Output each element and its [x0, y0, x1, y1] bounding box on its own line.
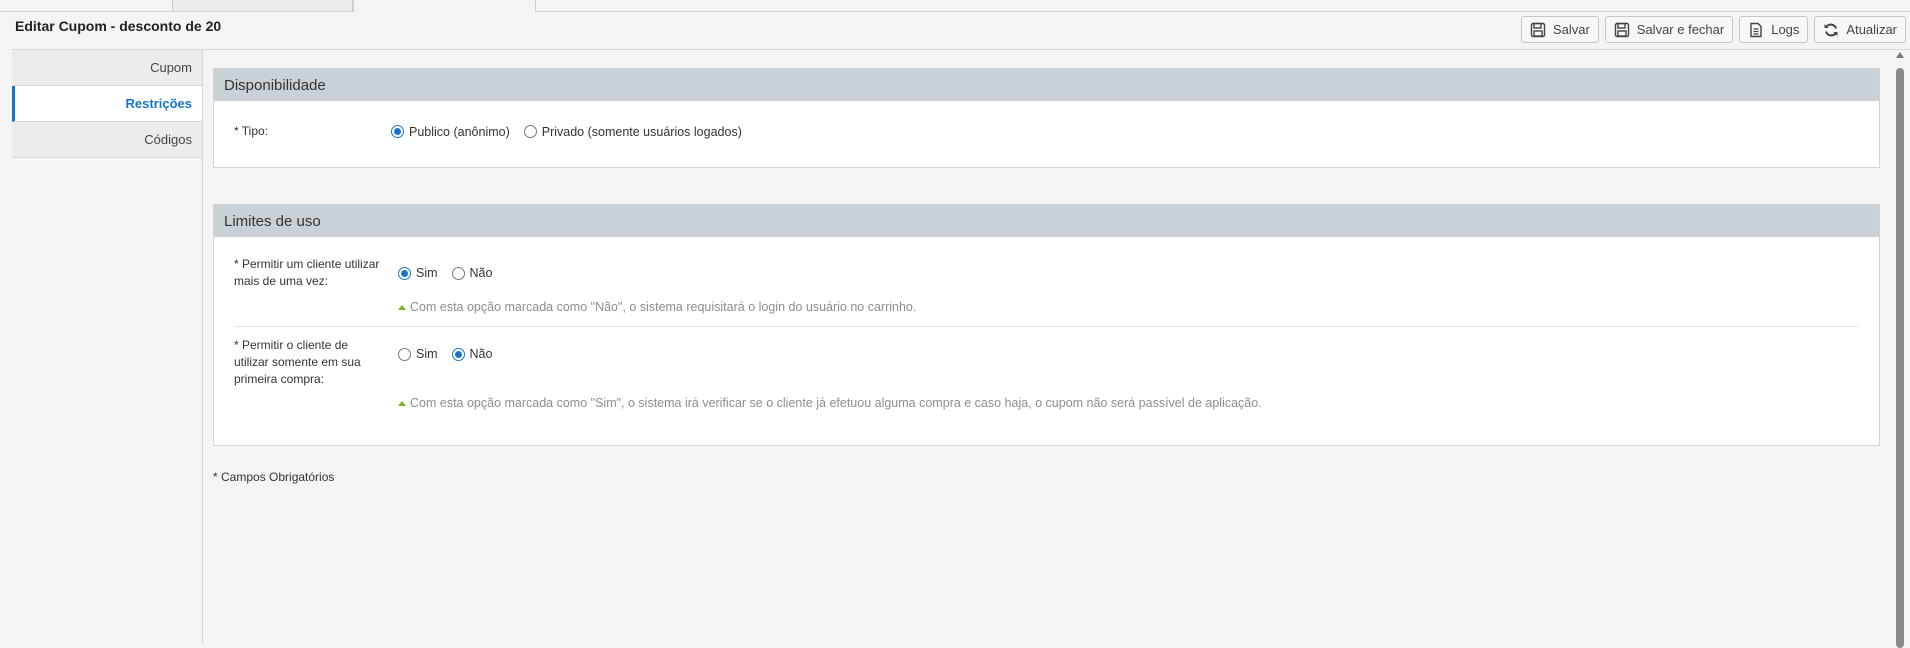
multi-use-options: Sim Não: [398, 256, 492, 290]
option-label: Não: [469, 347, 493, 361]
radio-button[interactable]: [523, 125, 537, 138]
option-label: Publico (anônimo): [409, 124, 510, 139]
option-label: Privado (somente usuários logados): [541, 124, 742, 139]
type-options: Publico (anônimo) Privado (somente usuár…: [391, 123, 742, 140]
save-and-close-button[interactable]: Salvar e fechar: [1604, 16, 1734, 43]
browser-tab[interactable]: [172, 0, 353, 12]
multi-use-label: * Permitir um cliente utilizar mais de u…: [234, 257, 380, 288]
document-icon: [1750, 22, 1762, 37]
first-purchase-option-no[interactable]: Não: [451, 347, 493, 361]
toolbar: Salvar Salvar e fechar Logs Atualizar: [1520, 16, 1906, 43]
radio-button[interactable]: [451, 347, 465, 361]
hint-text: Com esta opção marcada como "Sim", o sis…: [410, 396, 1262, 410]
option-label: Não: [469, 266, 493, 280]
sidebar-item-cupom[interactable]: Cupom: [12, 50, 202, 86]
save-button-label: Salvar: [1552, 22, 1590, 37]
sidebar-item-label: Códigos: [144, 132, 192, 147]
first-purchase-option-yes[interactable]: Sim: [398, 347, 438, 361]
first-purchase-label: * Permitir o cliente de utilizar somente…: [234, 338, 361, 386]
type-option-private[interactable]: Privado (somente usuários logados): [523, 124, 742, 139]
sidebar-item-codigos[interactable]: Códigos: [12, 122, 202, 158]
type-row: * Tipo: Publico (anônimo) Privado (somen…: [234, 123, 1859, 140]
first-purchase-hint: Com esta opção marcada como "Sim", o sis…: [234, 395, 1859, 411]
page-title: Editar Cupom - desconto de 20: [15, 18, 222, 34]
refresh-label: Atualizar: [1846, 22, 1897, 37]
save-and-close-label: Salvar e fechar: [1636, 22, 1725, 37]
caret-up-icon: [398, 400, 406, 406]
sidebar-item-restricoes[interactable]: Restrições: [12, 86, 202, 122]
sidebar: Cupom Restrições Códigos: [12, 50, 203, 644]
save-icon: [1530, 22, 1546, 37]
refresh-icon: [1824, 23, 1838, 36]
multi-use-row: * Permitir um cliente utilizar mais de u…: [234, 256, 1859, 290]
multi-use-hint: Com esta opção marcada como "Não", o sis…: [234, 299, 1859, 315]
sidebar-item-label: Restrições: [125, 96, 192, 111]
option-label: Sim: [416, 266, 438, 280]
caret-up-icon: [398, 304, 406, 310]
refresh-button[interactable]: Atualizar: [1814, 16, 1906, 43]
first-purchase-row: * Permitir o cliente de utilizar somente…: [234, 337, 1859, 388]
usage-limits-panel: Limites de uso * Permitir um cliente uti…: [213, 204, 1880, 446]
top-tab-strip: [0, 0, 1910, 12]
sidebar-item-label: Cupom: [150, 60, 192, 75]
save-button[interactable]: Salvar: [1520, 16, 1599, 43]
first-purchase-options: Sim Não: [398, 337, 492, 371]
required-fields-note: * Campos Obrigatórios: [213, 470, 335, 484]
scrollbar-thumb[interactable]: [1896, 68, 1904, 648]
row-divider: [234, 326, 1859, 327]
radio-button[interactable]: [391, 125, 404, 138]
multi-use-option-yes[interactable]: Sim: [398, 266, 438, 280]
radio-button[interactable]: [398, 266, 411, 280]
option-label: Sim: [416, 347, 438, 361]
logs-label: Logs: [1771, 22, 1800, 37]
availability-panel: Disponibilidade * Tipo: Publico (anônimo…: [213, 68, 1880, 168]
type-label: * Tipo:: [234, 124, 269, 138]
panel-title: Limites de uso: [214, 205, 1879, 237]
browser-tab-active[interactable]: [353, 0, 536, 12]
type-option-public[interactable]: Publico (anônimo): [391, 125, 510, 139]
save-icon: [1614, 22, 1629, 37]
logs-button[interactable]: Logs: [1739, 16, 1809, 43]
header-divider: [12, 49, 1910, 50]
hint-text: Com esta opção marcada como "Não", o sis…: [410, 300, 917, 314]
radio-button[interactable]: [451, 266, 465, 280]
panel-title: Disponibilidade: [214, 69, 1879, 101]
vertical-scrollbar[interactable]: [1896, 52, 1904, 648]
scroll-up-arrow-icon[interactable]: [1896, 52, 1904, 58]
radio-button[interactable]: [398, 347, 411, 361]
multi-use-option-no[interactable]: Não: [451, 266, 493, 280]
main-content: Disponibilidade * Tipo: Publico (anônimo…: [213, 68, 1880, 484]
